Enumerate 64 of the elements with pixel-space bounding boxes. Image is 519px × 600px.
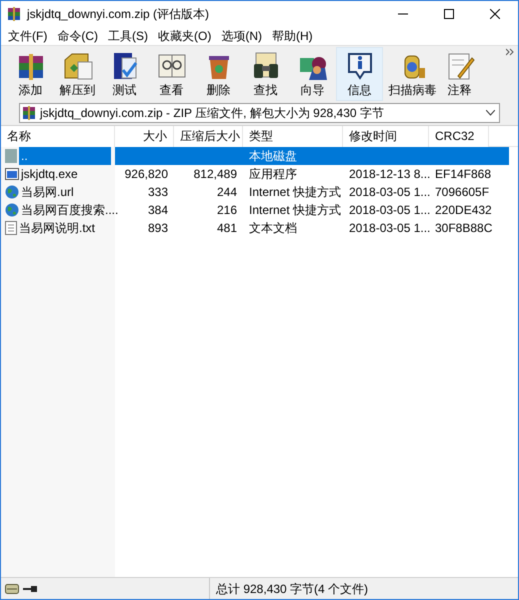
archive-icon [22, 106, 36, 120]
file-name[interactable]: .. [19, 147, 111, 165]
toolbar-button[interactable]: 向导 [289, 47, 336, 101]
menu-item[interactable]: 工具(S) [103, 27, 153, 45]
table-cell-text: 812,489 [192, 166, 238, 183]
window-icon [5, 168, 19, 180]
table-cell-text: 2018-12-13 8... [348, 166, 429, 183]
table-cell-text: 481 [216, 220, 238, 237]
table-cell-text: 926,820 [124, 166, 169, 183]
toolbar-button[interactable]: 解压到 [54, 47, 101, 101]
column-header[interactable]: 修改时间 [343, 126, 429, 147]
globe-icon [5, 185, 19, 199]
table-cell-text: 216 [216, 202, 238, 219]
file-name[interactable]: jskjdtq.exe [21, 165, 78, 183]
file-name[interactable]: 当易网百度搜索.... [21, 201, 118, 219]
close-icon [490, 9, 500, 19]
menu-item[interactable]: 帮助(H) [267, 27, 318, 45]
toolbar-button[interactable]: 查找 [242, 47, 289, 101]
folder-icon [5, 149, 17, 163]
menu-item[interactable]: 文件(F) [3, 27, 52, 45]
column-header[interactable]: 大小 [115, 126, 174, 147]
table-cell-text: 244 [216, 184, 238, 201]
table-cell-text: 7096605F [434, 184, 490, 201]
menu-item[interactable]: 选项(N) [216, 27, 267, 45]
file-name[interactable]: 当易网.url [21, 183, 74, 201]
table-cell: 本地磁盘 [243, 147, 343, 165]
toolbar-button[interactable]: 查看 [148, 47, 195, 101]
column-header[interactable]: CRC32 [429, 126, 489, 147]
table-cell-text: EF14F868 [434, 166, 492, 183]
table-cell-text: 2018-03-05 1... [348, 220, 429, 237]
toolbar-button[interactable]: 删除 [195, 47, 242, 101]
window-title: jskjdtq_downyi.com.zip (评估版本) [27, 6, 210, 23]
toolbar-button[interactable]: 添加 [7, 47, 54, 101]
table-cell-text: 2018-03-05 1... [348, 184, 429, 201]
column-header[interactable]: 压缩后大小 [174, 126, 243, 147]
file-name[interactable]: 当易网说明.txt [19, 219, 96, 237]
selection-highlight [115, 147, 174, 165]
column-header[interactable]: 名称 [1, 126, 115, 147]
menu-item[interactable]: 命令(C) [52, 27, 103, 45]
table-cell-text: Internet 快捷方式 [248, 202, 342, 219]
toolbar-button[interactable]: 信息 [336, 47, 383, 101]
table-cell-text: Internet 快捷方式 [248, 184, 342, 201]
drive-icon [5, 584, 19, 594]
globe-icon [5, 203, 19, 217]
table-cell-text: 333 [146, 184, 169, 201]
status-text: 总计 928,430 字节(4 个文件) [216, 580, 368, 598]
table-cell-text: 文本文档 [248, 220, 298, 237]
address-field[interactable]: jskjdtq_downyi.com.zip - ZIP 压缩文件, 解包大小为 928,430 字节 [19, 103, 500, 123]
table-cell-text: 应用程序 [248, 166, 298, 183]
table-cell-text: 893 [146, 220, 169, 237]
key-icon [23, 584, 37, 592]
table-cell-text: 220DE432 [434, 202, 493, 219]
column-header[interactable]: 类型 [243, 126, 343, 147]
table-cell-text: 30F8B88C [434, 220, 494, 237]
archive-icon [7, 7, 21, 21]
toolbar-button[interactable]: 扫描病毒 [389, 47, 436, 101]
text-file-icon [5, 221, 17, 235]
maximize-icon [444, 9, 454, 19]
more-chevron-icon[interactable] [506, 48, 514, 56]
toolbar-button[interactable]: 注释 [436, 47, 483, 101]
address-text: jskjdtq_downyi.com.zip - ZIP 压缩文件, 解包大小为 928,430 字节 [40, 105, 385, 122]
table-cell-text: 2018-03-05 1... [348, 202, 429, 219]
menu-item[interactable]: 收藏夹(O) [153, 27, 216, 45]
toolbar-button[interactable]: 测试 [101, 47, 148, 101]
